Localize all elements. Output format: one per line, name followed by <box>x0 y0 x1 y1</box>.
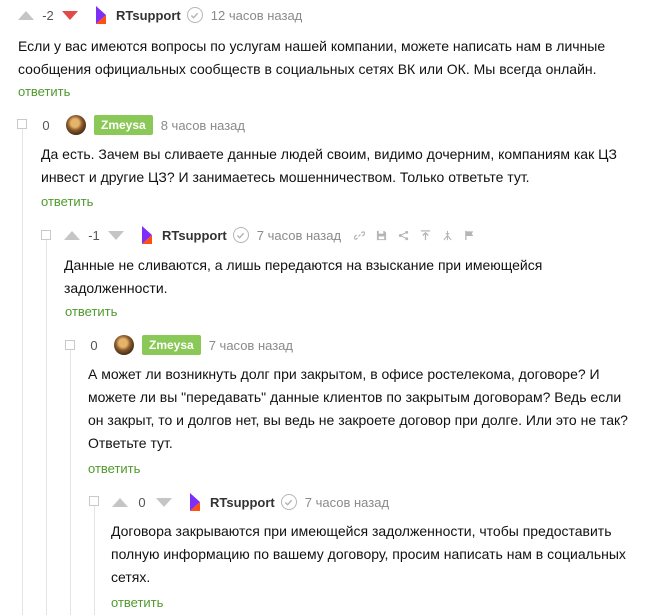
reply-link[interactable]: ответить <box>88 461 140 476</box>
verified-icon <box>232 227 249 243</box>
comment-text-line: инвест и другие ЦЗ? И занимаетесь мошенн… <box>41 169 530 185</box>
comment-header: 0 Zmeysa 8 часов назад <box>40 113 245 137</box>
comment-text-line: Данные не сливаются, а лишь передаются н… <box>64 257 543 273</box>
verified-icon <box>186 7 203 23</box>
downvote-button[interactable] <box>62 10 78 20</box>
comment-tools <box>353 229 475 241</box>
comment-text-line: можете ли вы "передавать" данные клиенто… <box>88 389 622 405</box>
comment-text-line: Если у вас имеются вопросы по услугам на… <box>18 38 606 54</box>
comment-header: -2 RTsupport 12 часов назад <box>18 3 302 27</box>
pin-icon[interactable] <box>419 229 431 241</box>
comment-text: Да есть. Зачем вы сливаете данные людей … <box>41 143 617 189</box>
thumbs-icon[interactable] <box>441 229 453 241</box>
comment-rating: -2 <box>42 7 54 23</box>
comment-text: Договора закрываются при имеющейся задол… <box>111 520 626 589</box>
comment-time[interactable]: 7 часов назад <box>209 338 293 353</box>
collapse-toggle[interactable] <box>41 230 51 240</box>
comment-text-line: Да есть. Зачем вы сливаете данные людей … <box>41 146 617 162</box>
comment-text: Данные не сливаются, а лишь передаются н… <box>64 254 542 300</box>
thread-line <box>22 125 23 615</box>
flag-icon[interactable] <box>463 229 475 241</box>
comment-author[interactable]: Zmeysa <box>94 115 153 135</box>
comment-text: Если у вас имеются вопросы по услугам на… <box>18 35 605 81</box>
collapse-toggle[interactable] <box>65 340 75 350</box>
save-icon[interactable] <box>375 229 387 241</box>
comment-time[interactable]: 12 часов назад <box>211 8 303 23</box>
comment-author[interactable]: Zmeysa <box>142 335 201 355</box>
comment-text-line: сообщения официальных сообществ в социал… <box>18 61 597 77</box>
upvote-button[interactable] <box>112 497 128 507</box>
collapse-toggle[interactable] <box>17 119 27 129</box>
comment-text-line: Договора закрываются при имеющейся задол… <box>111 523 612 539</box>
comment-author[interactable]: RTsupport <box>162 228 227 243</box>
comment-author[interactable]: RTsupport <box>116 8 181 23</box>
thread-line <box>46 236 47 615</box>
comment-header: 0 RTsupport 7 часов назад <box>112 490 389 514</box>
downvote-button[interactable] <box>156 497 172 507</box>
comment-text-line: Ответьте тут. <box>88 435 173 451</box>
upvote-button[interactable] <box>18 10 34 20</box>
comment-text-line: сетях. <box>111 569 151 585</box>
link-icon[interactable] <box>353 229 365 241</box>
verified-icon <box>280 494 297 510</box>
downvote-button[interactable] <box>108 230 124 240</box>
collapse-toggle[interactable] <box>89 496 99 506</box>
avatar[interactable] <box>114 335 134 355</box>
comment-text: А может ли возникнуть долг при закрытом,… <box>88 363 628 455</box>
reply-link[interactable]: ответить <box>65 304 117 319</box>
comment-rating: -1 <box>88 227 100 243</box>
comment-text-line: он закрыт, то и долгов нет, вы ведь не з… <box>88 412 628 428</box>
reply-link[interactable]: ответить <box>111 595 163 610</box>
comment-rating: 0 <box>90 337 98 353</box>
rostelecom-logo-icon <box>96 6 106 24</box>
thread-line <box>94 502 95 615</box>
rostelecom-logo-icon <box>190 493 200 511</box>
comment-text-line: задолженности. <box>64 280 168 296</box>
comment-text-line: А может ли возникнуть долг при закрытом,… <box>88 366 600 382</box>
comment-rating: 0 <box>42 117 50 133</box>
comment-author[interactable]: RTsupport <box>210 495 275 510</box>
avatar[interactable] <box>66 115 86 135</box>
comment-rating: 0 <box>138 494 146 510</box>
rostelecom-logo-icon <box>142 226 152 244</box>
reply-link[interactable]: ответить <box>41 194 93 209</box>
comment-text-line: полную информацию по вашему договору, пр… <box>111 546 626 562</box>
comment-time[interactable]: 7 часов назад <box>305 495 389 510</box>
upvote-button[interactable] <box>64 230 80 240</box>
thread-line <box>70 346 71 615</box>
comment-time[interactable]: 8 часов назад <box>161 118 245 133</box>
comment-time[interactable]: 7 часов назад <box>257 228 341 243</box>
comment-header: -1 RTsupport 7 часов назад <box>64 223 475 247</box>
reply-link[interactable]: ответить <box>18 84 70 99</box>
share-icon[interactable] <box>397 229 409 241</box>
comment-header: 0 Zmeysa 7 часов назад <box>88 333 293 357</box>
